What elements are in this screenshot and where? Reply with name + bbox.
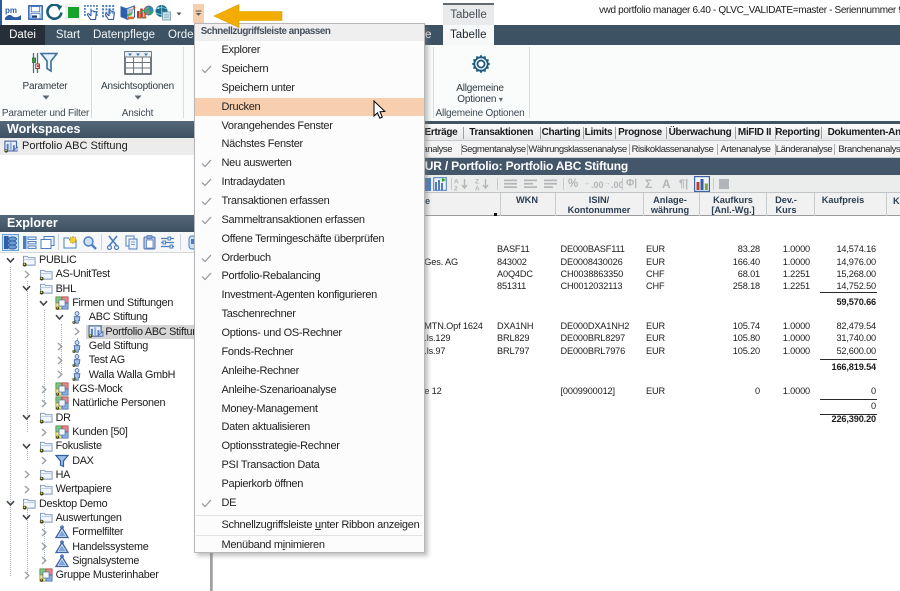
svg-text:2: 2 bbox=[454, 186, 458, 192]
svg-text:A: A bbox=[454, 179, 459, 186]
svg-text:Z: Z bbox=[475, 179, 479, 186]
svg-text:A: A bbox=[475, 186, 480, 192]
svg-text:pm: pm bbox=[5, 6, 17, 15]
